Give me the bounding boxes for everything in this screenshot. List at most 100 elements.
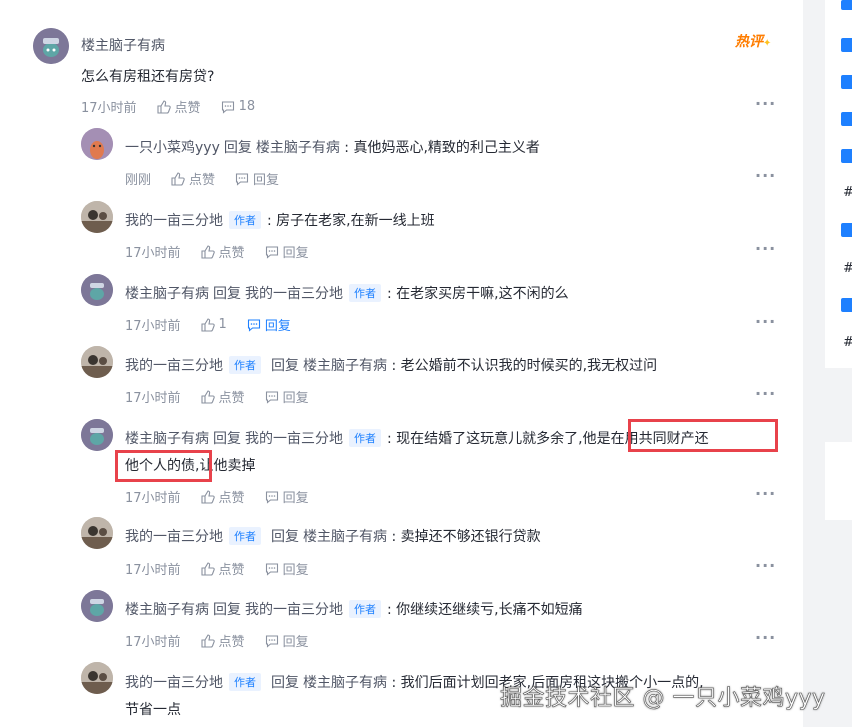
avatar[interactable] (81, 274, 113, 306)
author-tag: 作者 (229, 527, 261, 545)
highlight-box (628, 419, 778, 452)
tag-icon[interactable] (841, 223, 852, 237)
avatar[interactable] (81, 517, 113, 549)
comment-icon (265, 562, 278, 576)
thumb-up-icon (200, 489, 215, 504)
avatar[interactable] (81, 662, 113, 694)
like-button[interactable]: 点赞 (200, 487, 245, 506)
more-options-icon[interactable]: ··· (755, 166, 776, 185)
like-button[interactable]: 点赞 (200, 387, 245, 406)
comment-icon (221, 100, 234, 114)
reply-username[interactable]: 我的一亩三分地 (125, 529, 223, 545)
tag-icon[interactable] (841, 38, 852, 52)
reply-username[interactable]: 我的一亩三分地 (125, 213, 223, 229)
reply-text: 我的一亩三分地 作者: 房子在老家,在新一线上班 (125, 211, 435, 229)
hashtag-icon[interactable]: # (843, 262, 852, 276)
watermark: 掘金技术社区 @ 一只小菜鸡yyy (500, 686, 826, 712)
reply-word: 回复 (271, 358, 299, 374)
thumb-up-icon (200, 561, 215, 576)
hashtag-icon[interactable]: # (843, 186, 852, 200)
more-options-icon[interactable]: ··· (755, 628, 776, 647)
reply-label: 回复 (282, 563, 309, 578)
more-options-icon[interactable]: ··· (755, 94, 776, 113)
thumb-up-icon (171, 171, 185, 186)
avatar[interactable] (81, 128, 113, 160)
comment-username[interactable]: 楼主脑子有病 (81, 35, 165, 55)
reply-word: 回复 (213, 286, 241, 302)
sparkle-icon: ✦ (763, 38, 772, 49)
reply-word: 回复 (213, 431, 241, 447)
reply-label: 回复 (282, 391, 309, 406)
tag-icon[interactable] (841, 112, 852, 126)
comment-content: 怎么有房租还有房贷? (81, 69, 215, 85)
comment-count: 18 (238, 99, 256, 114)
reply-content: 在老家买房干嘛,这不闲的么 (396, 286, 569, 302)
reply-target[interactable]: 楼主脑子有病 (303, 358, 387, 374)
comment-meta: 17小时前 点赞 18 (81, 97, 275, 116)
avatar[interactable] (81, 590, 113, 622)
reply-button[interactable]: 回复 (265, 487, 309, 506)
thumb-up-icon (200, 317, 215, 332)
tag-icon[interactable] (841, 149, 852, 163)
avatar[interactable] (81, 419, 113, 451)
reply-text: 一只小菜鸡yyy 回复 楼主脑子有病 : 真他妈恶心,精致的利己主义者 (125, 140, 540, 156)
reply-button[interactable]: 回复 (247, 315, 291, 334)
author-tag: 作者 (349, 284, 381, 302)
hot-comment-badge: 热评✦ (735, 31, 771, 51)
more-options-icon[interactable]: ··· (755, 312, 776, 331)
reply-username[interactable]: 楼主脑子有病 (125, 602, 209, 618)
reply-time: 17小时前 (125, 563, 181, 578)
reply-username[interactable]: 楼主脑子有病 (125, 431, 209, 447)
reply-target[interactable]: 我的一亩三分地 (245, 286, 343, 302)
author-tag: 作者 (349, 429, 381, 447)
more-options-icon[interactable]: ··· (755, 239, 776, 258)
tag-icon[interactable] (841, 0, 852, 10)
reply-button[interactable]: 回复 (265, 242, 309, 261)
more-options-icon[interactable]: ··· (755, 556, 776, 575)
reply-button[interactable]: 回复 (265, 559, 309, 578)
more-options-icon[interactable]: ··· (755, 484, 776, 503)
reply-button[interactable]: 回复 (265, 631, 309, 650)
reply-username[interactable]: 一只小菜鸡yyy (125, 140, 220, 156)
author-tag: 作者 (349, 600, 381, 618)
tag-icon[interactable] (841, 298, 852, 312)
more-options-icon[interactable]: ··· (755, 384, 776, 403)
reply-username[interactable]: 我的一亩三分地 (125, 675, 223, 691)
reply-content-line2: 节省一点 (125, 702, 181, 718)
reply-target[interactable]: 我的一亩三分地 (245, 602, 343, 618)
like-label: 点赞 (218, 563, 245, 578)
reply-time: 17小时前 (125, 391, 181, 406)
reply-button[interactable]: 回复 (265, 387, 309, 406)
like-button[interactable]: 1 (200, 317, 227, 332)
tag-icon[interactable] (841, 75, 852, 89)
reply-button[interactable]: 回复 (235, 169, 279, 188)
reply-meta: 刚刚 点赞 回复 (125, 169, 299, 188)
like-button[interactable]: 点赞 (200, 631, 245, 650)
thumb-up-icon (156, 99, 171, 114)
reply-word: 回复 (271, 675, 299, 691)
reply-username[interactable]: 楼主脑子有病 (125, 286, 209, 302)
avatar[interactable] (33, 28, 69, 64)
like-button[interactable]: 点赞 (171, 169, 215, 188)
hashtag-icon[interactable]: # (843, 336, 852, 350)
reply-meta: 17小时前 点赞 回复 (125, 631, 329, 650)
reply-target[interactable]: 楼主脑子有病 (303, 675, 387, 691)
reply-username[interactable]: 我的一亩三分地 (125, 358, 223, 374)
like-button[interactable]: 点赞 (156, 97, 201, 116)
avatar[interactable] (81, 201, 113, 233)
comment-icon (265, 390, 278, 404)
reply-time: 17小时前 (125, 246, 181, 261)
like-label: 点赞 (218, 391, 245, 406)
reply-target[interactable]: 楼主脑子有病 (256, 140, 340, 156)
reply-time: 刚刚 (125, 173, 152, 188)
reply-meta: 17小时前 1 回复 (125, 315, 311, 334)
highlight-box (115, 450, 212, 482)
comment-count-button[interactable]: 18 (221, 99, 256, 114)
like-button[interactable]: 点赞 (200, 559, 245, 578)
like-button[interactable]: 点赞 (200, 242, 245, 261)
avatar[interactable] (81, 346, 113, 378)
author-tag: 作者 (229, 211, 261, 229)
reply-target[interactable]: 楼主脑子有病 (303, 529, 387, 545)
reply-meta: 17小时前 点赞 回复 (125, 387, 329, 406)
reply-target[interactable]: 我的一亩三分地 (245, 431, 343, 447)
